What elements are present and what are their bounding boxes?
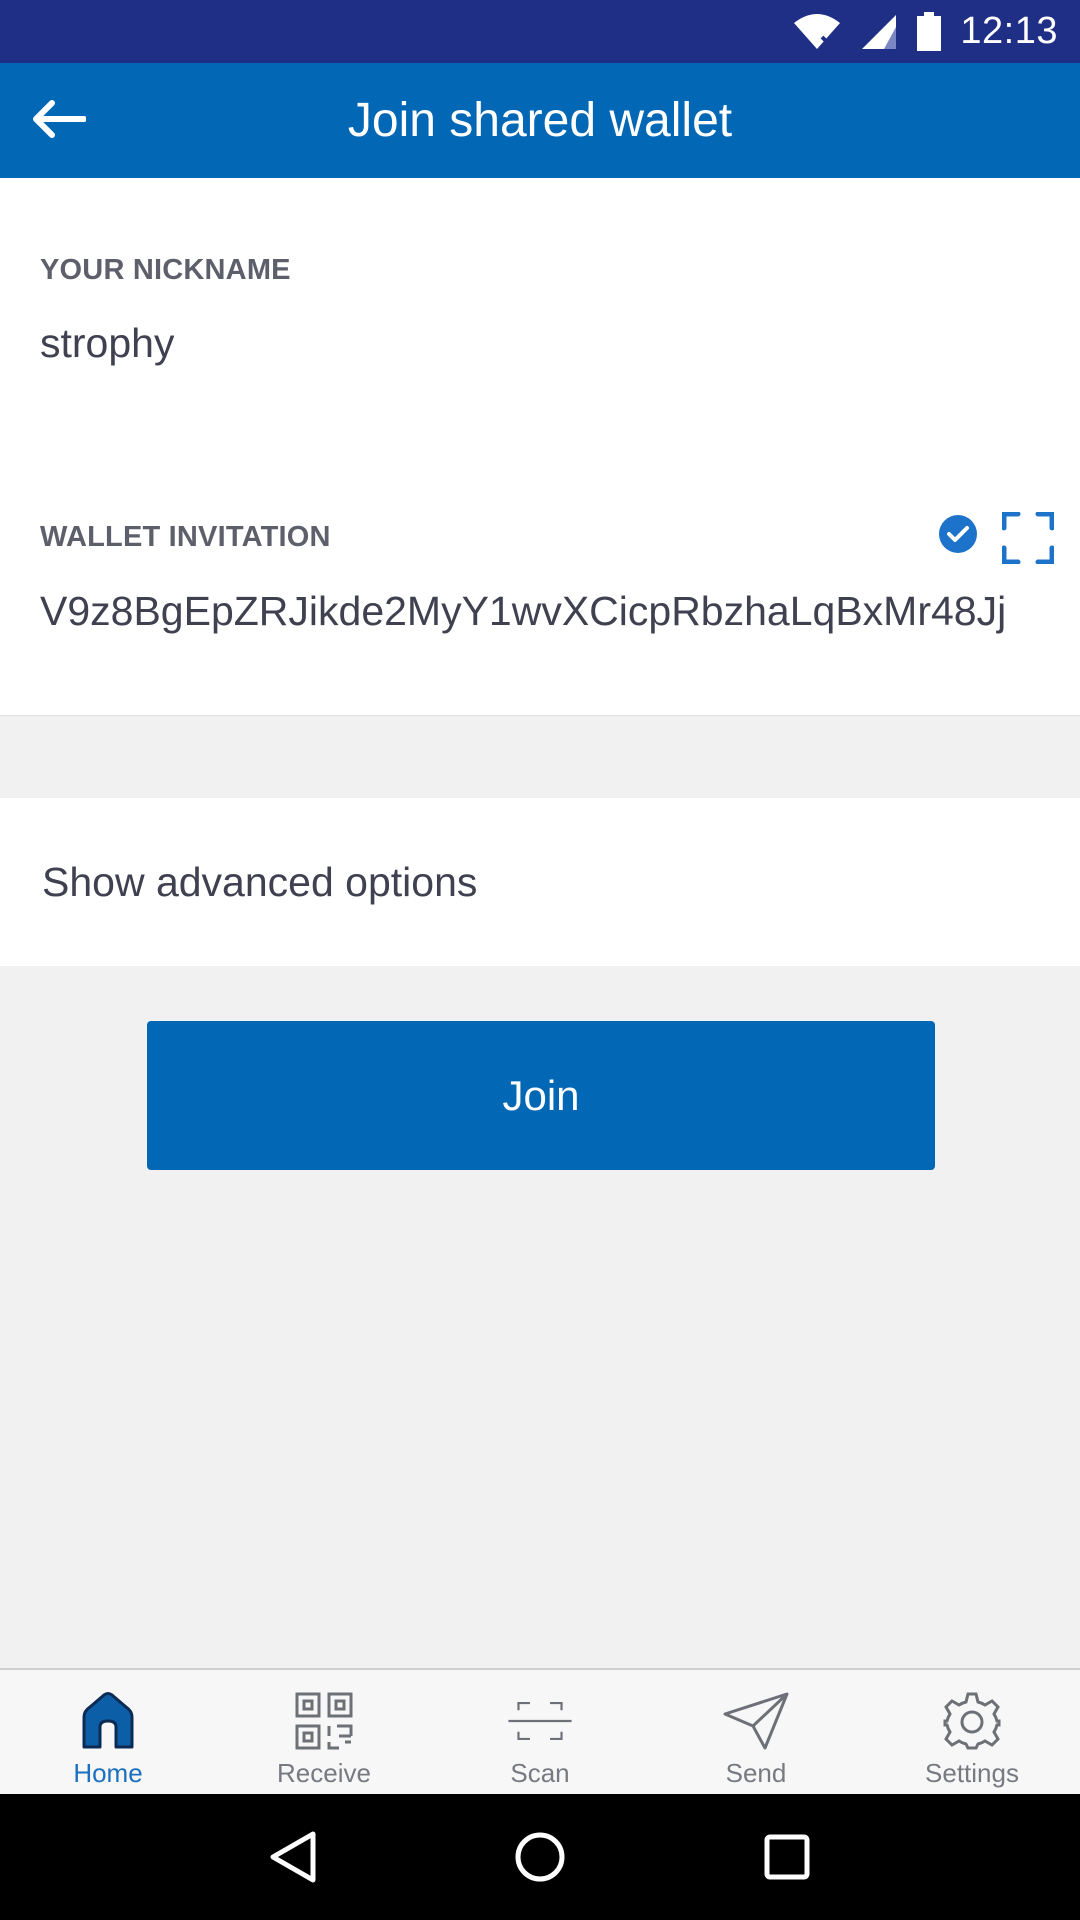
nickname-label: YOUR NICKNAME: [40, 254, 291, 286]
status-bar: 12:13: [0, 0, 1080, 63]
system-recents-button[interactable]: [747, 1817, 827, 1897]
invitation-input[interactable]: V9z8BgEpZRJikde2MyY1wvXCicpRbzhaLqBxMr48…: [40, 588, 1022, 635]
wifi-icon: [792, 13, 842, 51]
signal-icon: [860, 13, 898, 51]
scan-icon: [507, 1688, 573, 1754]
qr-code-icon: [291, 1688, 357, 1754]
invitation-label: WALLET INVITATION: [40, 521, 331, 553]
join-form: YOUR NICKNAME strophy WALLET INVITATION …: [0, 178, 1080, 716]
check-circle-icon: [939, 515, 977, 553]
scan-frame-icon[interactable]: [1002, 512, 1054, 564]
triangle-back-icon: [270, 1831, 316, 1883]
gear-icon: [939, 1688, 1005, 1754]
nav-scan-label: Scan: [510, 1758, 570, 1788]
home-icon: [75, 1688, 141, 1754]
status-time: 12:13: [960, 10, 1058, 52]
nav-home-label: Home: [73, 1758, 143, 1788]
nav-settings[interactable]: Settings: [864, 1670, 1080, 1794]
circle-home-icon: [515, 1832, 565, 1882]
nav-settings-label: Settings: [925, 1758, 1019, 1788]
nav-send[interactable]: Send: [648, 1670, 864, 1794]
nav-home[interactable]: Home: [0, 1670, 216, 1794]
system-home-button[interactable]: [500, 1817, 580, 1897]
nav-scan[interactable]: Scan: [432, 1670, 648, 1794]
nav-receive-label: Receive: [277, 1758, 371, 1788]
join-button[interactable]: Join: [147, 1021, 935, 1170]
nav-send-label: Send: [725, 1758, 787, 1788]
battery-icon: [916, 11, 942, 52]
nav-receive[interactable]: Receive: [216, 1670, 432, 1794]
system-back-button[interactable]: [253, 1817, 333, 1897]
app-bar: Join shared wallet: [0, 63, 1080, 178]
advanced-options-toggle[interactable]: Show advanced options: [0, 798, 1080, 966]
paper-plane-icon: [723, 1688, 789, 1754]
bottom-navigation: Home Receive Scan Send Settings: [0, 1668, 1080, 1794]
square-recents-icon: [764, 1834, 810, 1880]
system-navigation-bar: [0, 1794, 1080, 1920]
page-title: Join shared wallet: [347, 94, 733, 147]
nickname-input[interactable]: strophy: [40, 320, 174, 367]
advanced-options-label: Show advanced options: [42, 858, 478, 905]
